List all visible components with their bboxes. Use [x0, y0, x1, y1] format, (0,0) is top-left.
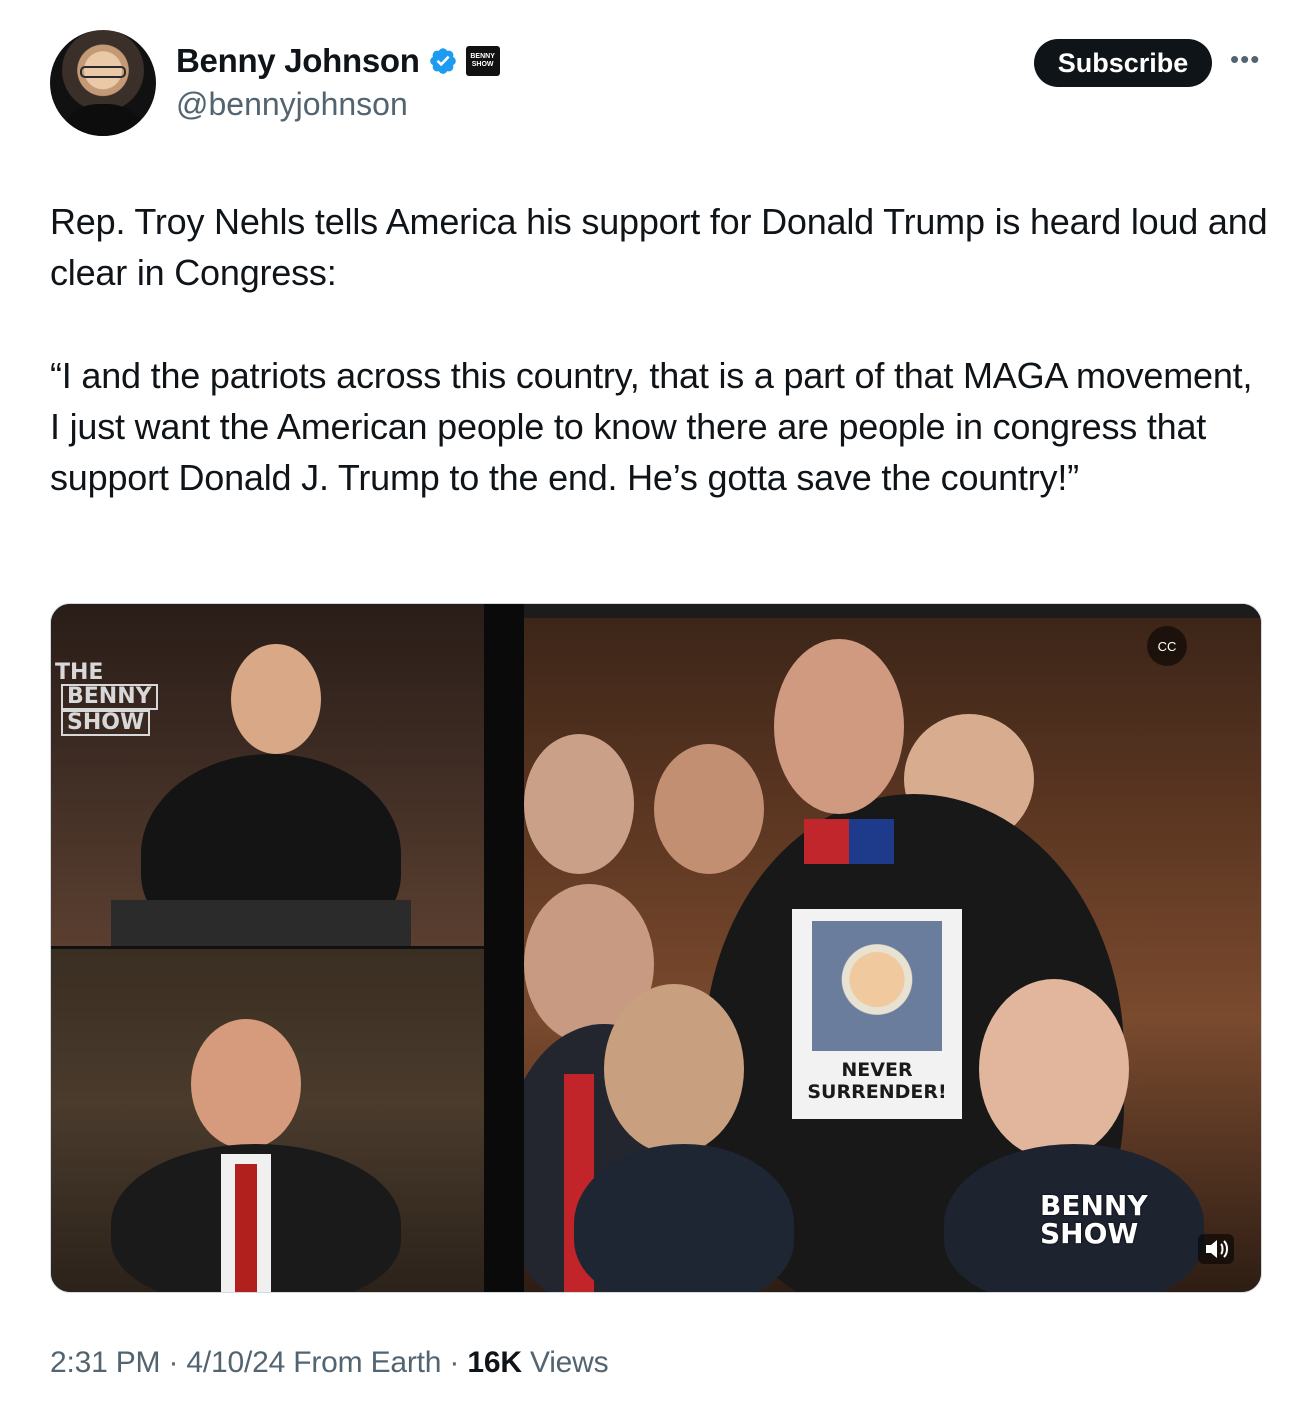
tweet-text: Rep. Troy Nehls tells America his suppor…: [50, 196, 1270, 503]
avatar[interactable]: [50, 30, 156, 136]
volume-icon[interactable]: [1198, 1234, 1234, 1264]
video-watermark: BENNY SHOW: [1040, 1189, 1148, 1250]
tweet-time[interactable]: 2:31 PM: [50, 1346, 161, 1379]
author-handle[interactable]: @bennyjohnson: [176, 86, 408, 123]
video-panel-guest: [51, 949, 484, 1292]
video-panel-main: NEVER SURRENDER!: [524, 604, 1261, 1292]
views-label: Views: [529, 1346, 609, 1379]
avatar-glasses: [80, 66, 126, 78]
verified-badge-icon: [429, 48, 456, 74]
tweet-paragraph-2: “I and the patriots across this country,…: [50, 355, 1253, 498]
laptop: [111, 900, 411, 946]
tweet-paragraph-1: Rep. Troy Nehls tells America his suppor…: [50, 201, 1268, 293]
more-horizontal-icon[interactable]: •••: [1230, 46, 1264, 74]
views-count: 16K: [467, 1346, 522, 1379]
shirt-mugshot: [812, 921, 942, 1051]
tweet-source: From Earth: [293, 1346, 442, 1379]
tweet-metadata: 2:31 PM · 4/10/24 From Earth · 16K Views: [50, 1346, 609, 1379]
author-display-name[interactable]: Benny Johnson: [176, 42, 420, 80]
affiliate-badge-icon[interactable]: BENNY SHOW: [465, 46, 500, 76]
author-name-row: Benny Johnson BENNY SHOW: [176, 42, 500, 80]
captions-icon[interactable]: CC: [1147, 626, 1187, 666]
show-logo: THE BENNY SHOW: [55, 662, 158, 736]
bow-tie: [804, 819, 894, 864]
guest-tie: [235, 1164, 257, 1292]
video-panel-host: THE BENNY SHOW: [51, 604, 484, 946]
avatar-shirt: [58, 104, 148, 136]
shirt-print: NEVER SURRENDER!: [792, 909, 962, 1119]
shirt-text-line-2: SURRENDER!: [807, 1081, 947, 1103]
subscribe-button[interactable]: Subscribe: [1034, 39, 1212, 87]
guest-head: [191, 1019, 301, 1149]
tweet-date[interactable]: 4/10/24: [186, 1346, 285, 1379]
host-head: [231, 644, 321, 754]
shirt-text-line-1: NEVER: [841, 1059, 913, 1081]
tweet-header: Benny Johnson BENNY SHOW @bennyjohnson S…: [50, 30, 1270, 140]
